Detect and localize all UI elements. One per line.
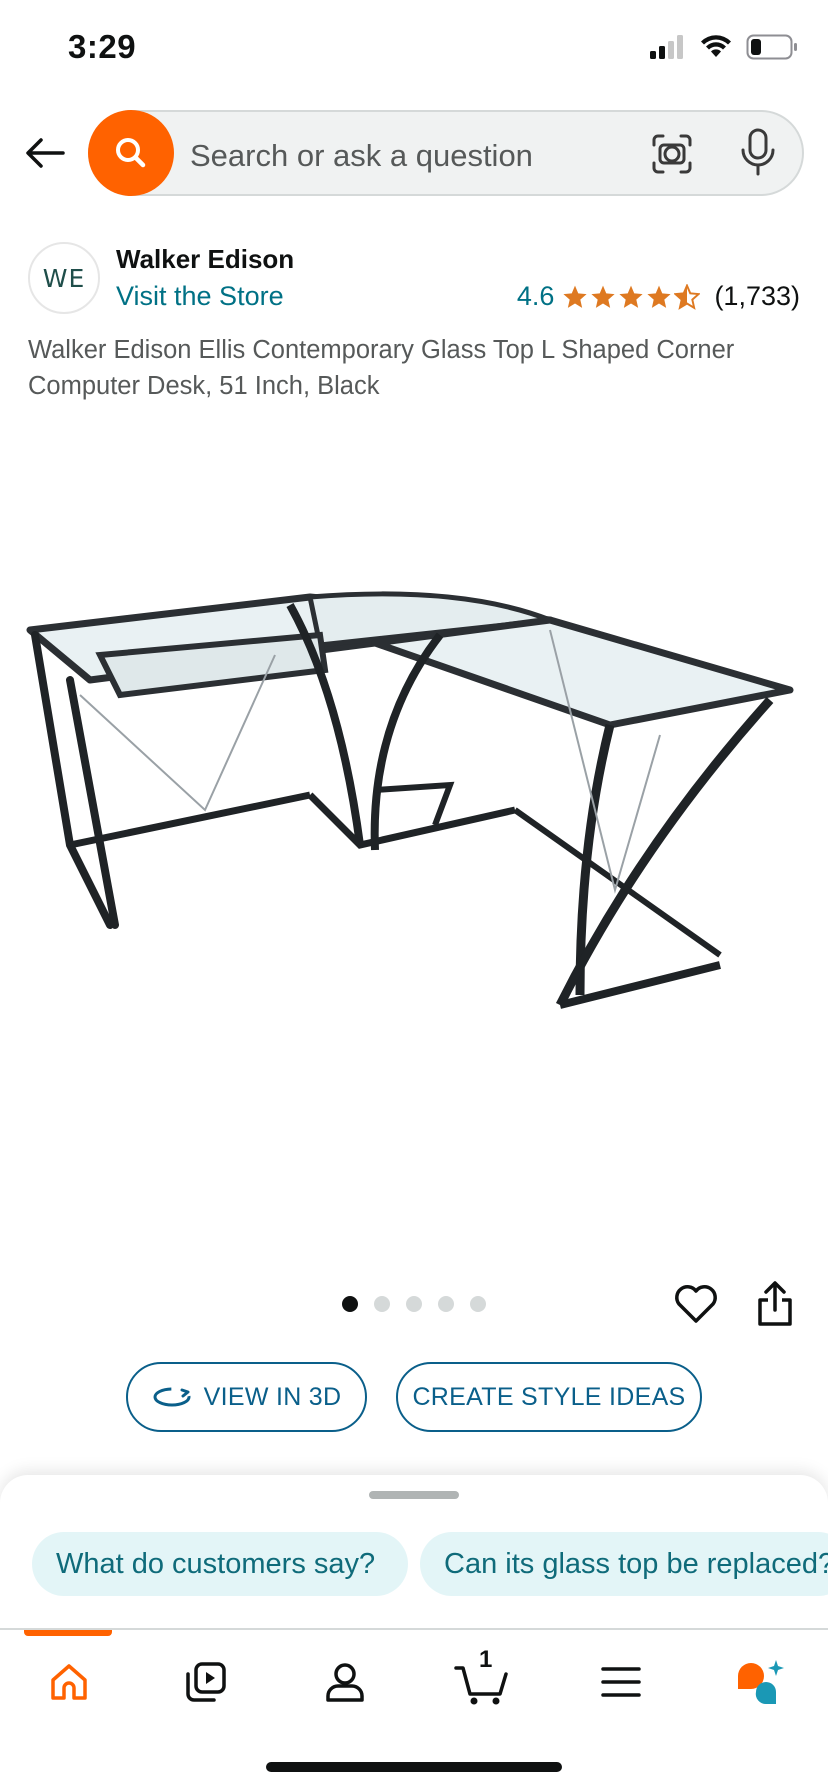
carousel-dot[interactable] <box>342 1296 358 1312</box>
cart-count-badge: 1 <box>479 1646 493 1673</box>
star-rating <box>562 283 701 310</box>
create-style-ideas-button[interactable]: CREATE STYLE IDEAS <box>396 1362 702 1432</box>
back-button[interactable] <box>22 130 68 176</box>
review-count: (1,733) <box>714 281 800 311</box>
view-in-3d-label: VIEW IN 3D <box>203 1382 342 1411</box>
share-icon <box>758 1281 792 1326</box>
status-icons <box>650 34 798 60</box>
star-full-icon <box>563 285 588 308</box>
product-photo <box>26 591 794 1009</box>
nav-home[interactable] <box>39 1652 99 1712</box>
nav-video[interactable] <box>176 1652 236 1712</box>
image-carousel-dots[interactable] <box>342 1296 486 1312</box>
carousel-dot[interactable] <box>374 1296 390 1312</box>
rating-summary[interactable]: 4.6 (1,733) <box>517 281 800 312</box>
brand-name[interactable]: Walker Edison <box>116 244 294 275</box>
star-half-icon <box>674 283 701 310</box>
suggestion-chip[interactable]: What do customers say? <box>32 1532 408 1596</box>
heart-icon <box>675 1285 717 1323</box>
back-arrow-icon <box>26 138 65 168</box>
rating-value: 4.6 <box>516 281 555 311</box>
search-input[interactable]: Search or ask a question <box>190 138 533 174</box>
menu-icon <box>601 1667 641 1697</box>
suggestion-chip[interactable]: Can its glass top be replaced? <box>420 1532 828 1596</box>
nav-rufus[interactable] <box>728 1652 788 1712</box>
home-icon <box>51 1664 87 1700</box>
home-indicator <box>266 1762 562 1772</box>
carousel-dot[interactable] <box>470 1296 486 1312</box>
sheet-drag-handle[interactable] <box>369 1491 459 1499</box>
carousel-dot[interactable] <box>406 1296 422 1312</box>
wifi-icon <box>701 35 731 57</box>
create-style-ideas-label: CREATE STYLE IDEAS <box>412 1382 686 1411</box>
rufus-icon <box>738 1660 784 1705</box>
carousel-dot[interactable] <box>438 1296 454 1312</box>
add-to-wishlist-button[interactable] <box>674 1284 718 1324</box>
microphone-icon <box>741 128 775 176</box>
share-button[interactable] <box>756 1280 794 1328</box>
brand-logo[interactable]: WE <box>28 242 100 314</box>
product-title: Walker Edison Ellis Contemporary Glass T… <box>28 336 735 400</box>
battery-icon <box>746 34 797 60</box>
visit-store-link[interactable]: Visit the Store <box>116 281 284 312</box>
nav-menu[interactable] <box>591 1652 651 1712</box>
status-time: 3:29 <box>68 28 137 65</box>
product-image[interactable] <box>20 585 810 1065</box>
camera-search-button[interactable] <box>650 132 694 176</box>
camera-icon <box>652 134 692 174</box>
active-tab-indicator <box>24 1630 112 1636</box>
rotate-3d-icon <box>153 1387 191 1407</box>
video-icon <box>186 1662 226 1702</box>
search-icon <box>116 138 146 168</box>
star-full-icon <box>619 285 644 308</box>
account-icon <box>326 1663 364 1702</box>
view-in-3d-button[interactable]: VIEW IN 3D <box>126 1362 367 1432</box>
star-full-icon <box>647 285 672 308</box>
brand-logo-text: WE <box>42 263 86 293</box>
voice-search-button[interactable] <box>740 128 776 178</box>
nav-account[interactable] <box>315 1652 375 1712</box>
nav-cart[interactable]: 1 <box>452 1646 512 1712</box>
search-button[interactable] <box>88 110 174 196</box>
cellular-signal-icon <box>650 35 683 59</box>
star-full-icon <box>591 285 616 308</box>
